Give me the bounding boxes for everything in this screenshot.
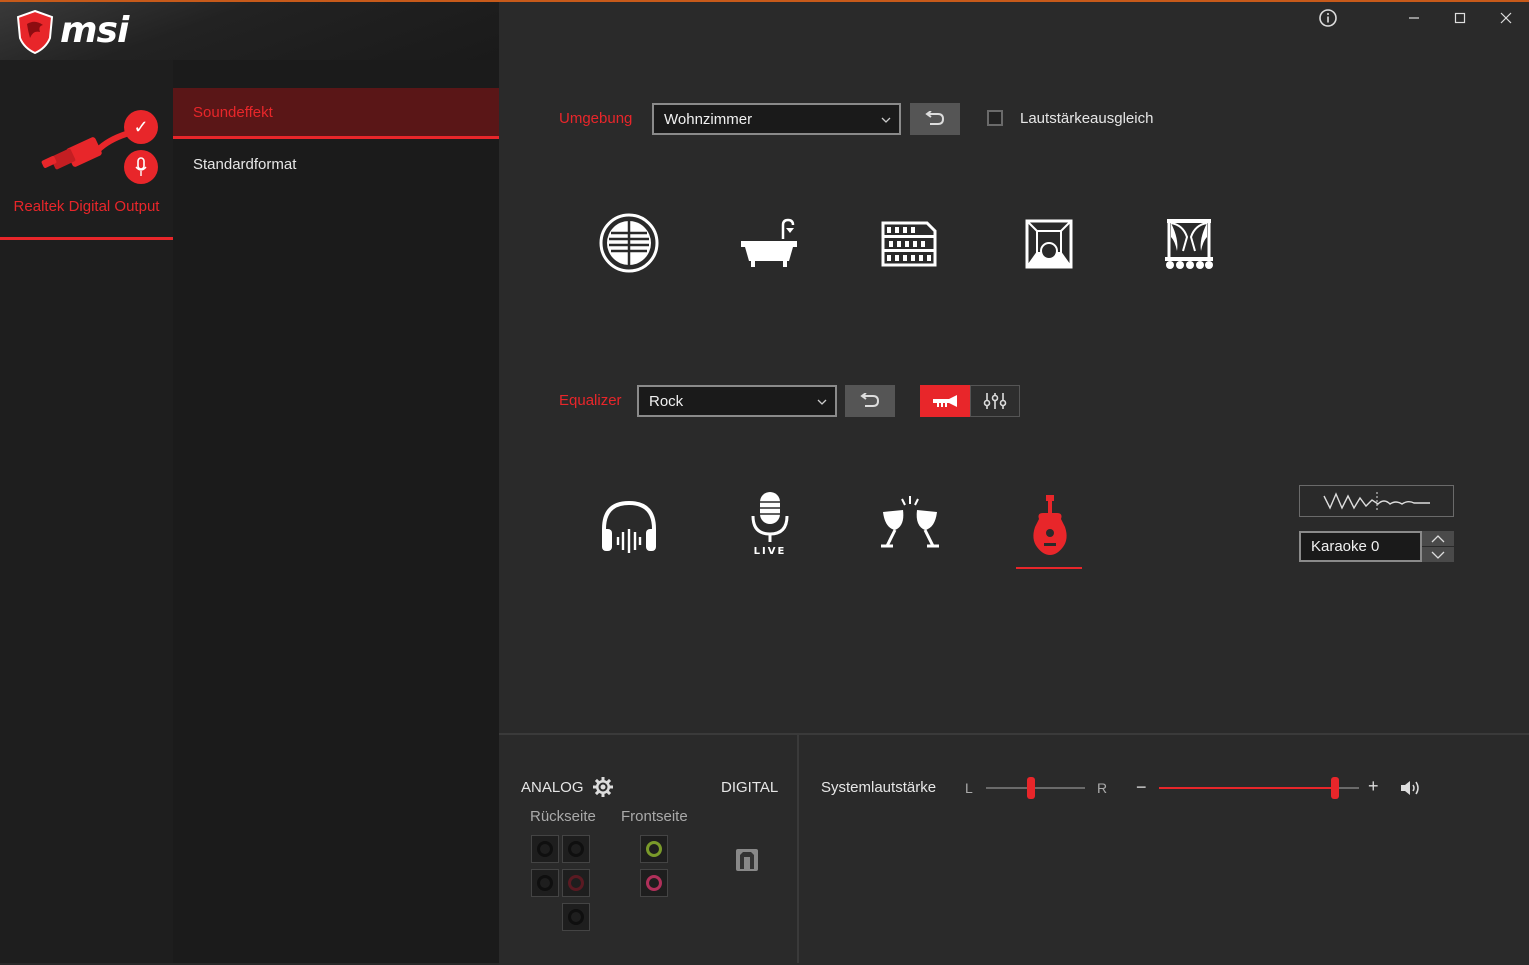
- balance-left-label: L: [965, 780, 973, 796]
- stage-icon[interactable]: [1157, 211, 1221, 275]
- front-label: Frontseite: [621, 808, 688, 825]
- rear-jack[interactable]: [531, 835, 559, 863]
- info-icon[interactable]: [1315, 6, 1341, 30]
- volume-minus-icon[interactable]: −: [1136, 777, 1147, 798]
- live-text: LIVE: [754, 546, 787, 557]
- karaoke-increment-button[interactable]: [1422, 531, 1454, 546]
- front-jack-pink[interactable]: [640, 869, 668, 897]
- reset-icon: [925, 111, 945, 125]
- system-volume-label: Systemlautstärke: [821, 779, 937, 796]
- digital-cable-icon: [38, 128, 129, 176]
- headphones-icon[interactable]: [594, 493, 664, 563]
- msi-logo-text: msi: [60, 10, 129, 51]
- rear-label: Rückseite: [530, 808, 596, 825]
- rear-jack-pink[interactable]: [562, 869, 590, 897]
- analog-label: ANALOG: [521, 779, 584, 796]
- karaoke-value-field[interactable]: Karaoke 0: [1299, 531, 1422, 562]
- bottom-divider: [797, 735, 799, 963]
- custom-eq-mode-button[interactable]: [970, 385, 1020, 417]
- colosseum-icon[interactable]: [877, 211, 941, 275]
- round-speaker-icon[interactable]: [597, 211, 661, 275]
- chevron-down-icon: [1431, 551, 1445, 559]
- environment-reset-button[interactable]: [910, 103, 960, 135]
- room-icon[interactable]: [1017, 211, 1081, 275]
- guitar-icon[interactable]: [1015, 493, 1085, 563]
- sliders-icon: [983, 393, 1007, 409]
- device-active-indicator: [0, 237, 173, 240]
- active-preset-indicator: [1016, 567, 1082, 569]
- environment-label: Umgebung: [559, 110, 633, 127]
- microphone-badge-icon: [124, 150, 158, 184]
- device-label: Realtek Digital Output: [13, 198, 160, 215]
- loudness-label: Lautstärkeausgleich: [1020, 110, 1154, 127]
- waveform-icon: [1322, 492, 1430, 510]
- equalizer-label: Equalizer: [559, 392, 622, 409]
- reset-icon: [860, 393, 880, 407]
- equalizer-selected-value: Rock: [649, 392, 684, 410]
- digital-label: DIGITAL: [721, 779, 779, 796]
- bathtub-icon[interactable]: [737, 211, 801, 275]
- msi-dragon-shield-icon: [16, 9, 54, 55]
- rear-jack[interactable]: [562, 835, 590, 863]
- voice-waveform-button[interactable]: [1299, 485, 1454, 517]
- preset-mode-button[interactable]: [920, 385, 970, 417]
- equalizer-dropdown[interactable]: Rock: [637, 385, 837, 417]
- karaoke-decrement-button[interactable]: [1422, 547, 1454, 562]
- balance-right-label: R: [1097, 780, 1108, 796]
- trumpet-icon: [933, 395, 957, 407]
- gear-icon[interactable]: [592, 776, 614, 798]
- environment-selected-value: Wohnzimmer: [664, 110, 753, 128]
- connected-check-icon: ✓: [124, 110, 158, 144]
- maximize-button[interactable]: [1447, 6, 1473, 30]
- window-top-border: [0, 0, 1529, 2]
- rear-jack[interactable]: [531, 869, 559, 897]
- volume-slider-thumb[interactable]: [1331, 777, 1339, 799]
- environment-dropdown[interactable]: Wohnzimmer: [652, 103, 901, 135]
- loudness-checkbox[interactable]: [987, 110, 1003, 126]
- party-toast-icon[interactable]: [875, 490, 945, 560]
- menu-item-standardformat[interactable]: Standardformat: [173, 140, 499, 190]
- close-button[interactable]: [1493, 6, 1519, 30]
- chevron-down-icon: [881, 117, 891, 123]
- speaker-icon[interactable]: [1400, 779, 1422, 797]
- volume-slider-fill: [1159, 787, 1335, 789]
- menu-item-soundeffekt[interactable]: Soundeffekt: [173, 88, 499, 139]
- balance-slider-thumb[interactable]: [1026, 777, 1035, 799]
- volume-plus-icon[interactable]: +: [1368, 776, 1379, 797]
- digital-port-icon[interactable]: [735, 848, 759, 872]
- chevron-down-icon: [817, 399, 827, 405]
- rear-jack[interactable]: [562, 903, 590, 931]
- equalizer-reset-button[interactable]: [845, 385, 895, 417]
- chevron-up-icon: [1431, 534, 1445, 542]
- live-microphone-icon[interactable]: LIVE: [735, 490, 805, 560]
- balance-slider-track[interactable]: [986, 787, 1085, 789]
- front-jack-green[interactable]: [640, 835, 668, 863]
- minimize-button[interactable]: [1401, 6, 1427, 30]
